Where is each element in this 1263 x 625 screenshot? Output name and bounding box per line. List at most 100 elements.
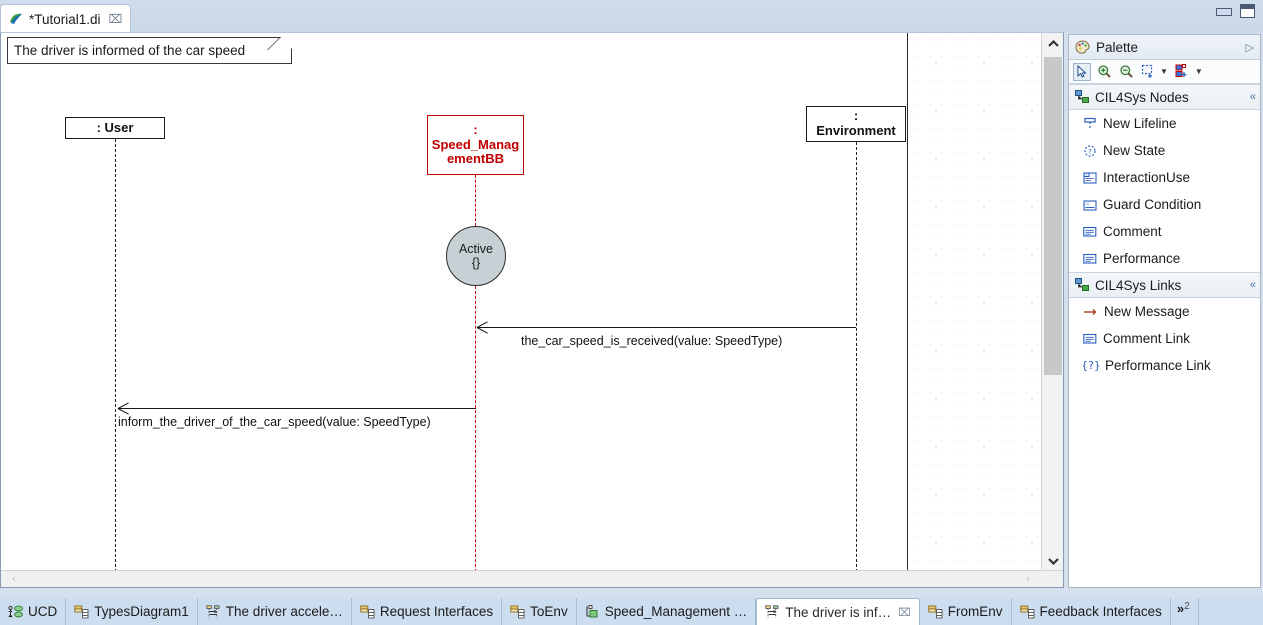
lifeline-label-speed-management-bb-line3: ementBB [446,151,505,167]
marquee-dropdown-icon[interactable]: ▼ [1160,67,1168,76]
maximize-button[interactable] [1240,4,1255,18]
diagram-editor: The driver is informed of the car speed … [0,32,1064,588]
close-icon[interactable]: ⌧ [109,12,123,26]
class-diagram-icon [928,605,943,619]
message-line-the-car-speed-is-received[interactable] [477,327,856,328]
close-icon[interactable]: ⌧ [898,606,911,619]
lifeline-icon [1083,117,1097,131]
tab-typesdiagram1[interactable]: TypesDiagram1 [66,598,198,625]
comment-icon [1083,226,1097,238]
horizontal-scrollbar[interactable]: ‹ › [1,570,1063,587]
tab-request-interfaces[interactable]: Request Interfaces [352,598,503,625]
zoom-out-icon[interactable] [1117,63,1135,81]
group-links-icon [1075,278,1089,292]
interaction-use-icon [1083,171,1097,185]
tab-the-driver-accelerates[interactable]: The driver accele… [198,598,352,625]
tab-label-typesdiagram1: TypesDiagram1 [94,604,189,619]
tab-toenv[interactable]: ToEnv [502,598,577,625]
palette-group-cil4sys-links[interactable]: CIL4Sys Links « [1069,272,1260,298]
vertical-scrollbar-thumb[interactable] [1044,57,1062,375]
tab-speed-management[interactable]: Speed_Management … [577,598,757,625]
message-label-the-car-speed-is-received: the_car_speed_is_received(value: SpeedTy… [521,334,783,348]
lifeline-line-speed-management-bb[interactable] [475,175,476,226]
eclipse-papyrus-window: *Tutorial1.di ⌧ The driver is informed o… [0,0,1263,625]
lifeline-head-user[interactable]: : User [65,117,165,139]
palette-group-label-links: CIL4Sys Links [1095,277,1182,293]
tab-label-toenv: ToEnv [530,604,568,619]
guard-condition-icon [1083,198,1097,212]
diagram-note-text: The driver is informed of the car speed [14,43,246,58]
palette-group-cil4sys-nodes[interactable]: CIL4Sys Nodes « [1069,84,1260,110]
tab-ucd[interactable]: UCD [0,598,67,625]
tab-overflow[interactable]: » 2 [1171,598,1199,625]
state-icon: ? [1083,144,1097,158]
usecase-diagram-icon [8,605,23,619]
palette-item-label-interaction-use: InteractionUse [1103,170,1191,185]
marquee-select-icon[interactable] [1139,63,1157,81]
diagram-canvas[interactable]: The driver is informed of the car speed … [1,33,907,572]
editor-tab-tutorial1[interactable]: *Tutorial1.di ⌧ [0,4,132,33]
pin-group-nodes-icon[interactable]: « [1250,91,1256,103]
lifeline-label-environment-line1: : [853,108,859,124]
palette-item-comment-link[interactable]: Comment Link [1069,325,1260,352]
palette-item-comment[interactable]: Comment [1069,218,1260,245]
lifeline-line-environment[interactable] [856,142,857,572]
svg-text:?: ? [1088,148,1092,156]
vertical-scrollbar[interactable] [1041,33,1063,572]
tab-label-speed-management: Speed_Management … [604,604,748,619]
scroll-right-icon[interactable]: › [1019,571,1037,587]
lifeline-line-user[interactable] [115,139,116,572]
message-line-inform-the-driver-of-the-car-speed[interactable] [118,408,476,409]
lifeline-head-speed-management-bb[interactable]: : Speed_Manag ementBB [427,115,524,175]
state-active-sublabel: {} [471,256,481,270]
arrow-cursor-icon[interactable] [1073,62,1091,81]
palette-item-interaction-use[interactable]: InteractionUse [1069,164,1260,191]
lifeline-label-speed-management-bb-line2: Speed_Manag [431,136,520,152]
palette-icon [1075,39,1090,55]
pin-group-links-icon[interactable]: « [1250,279,1256,291]
lifeline-head-environment[interactable]: : Environment [806,106,906,142]
scroll-left-icon[interactable]: ‹ [5,571,23,587]
tab-feedback-interfaces[interactable]: Feedback Interfaces [1012,598,1171,625]
diagram-note[interactable]: The driver is informed of the car speed [7,37,292,64]
palette-item-performance[interactable]: Performance [1069,245,1260,272]
palette-toolbar: ▼ ▼ [1069,60,1260,84]
tab-label-request-interfaces: Request Interfaces [379,604,494,619]
comment-icon [1083,333,1097,345]
svg-text:{?}: {?} [1083,359,1099,372]
arrow-right-icon [1083,306,1098,318]
scroll-up-icon[interactable] [1042,33,1064,55]
palette-item-guard-condition[interactable]: Guard Condition [1069,191,1260,218]
node-dropdown-icon[interactable]: ▼ [1195,67,1203,76]
palette-item-new-lifeline[interactable]: New Lifeline [1069,110,1260,137]
palette-item-label-guard-condition: Guard Condition [1103,197,1202,212]
state-active[interactable]: Active {} [446,226,506,286]
sequence-diagram-icon [206,604,221,619]
scroll-down-icon[interactable] [1042,550,1064,572]
palette-item-label-comment: Comment [1103,224,1162,239]
comment-icon [1083,253,1097,265]
zoom-in-icon[interactable] [1095,63,1113,81]
palette-item-label-new-message: New Message [1104,304,1190,319]
lifeline-line-speed-management-bb-lower[interactable] [475,286,476,572]
tab-label-the-driver-is-informed: The driver is inf… [785,604,892,620]
palette-item-new-message[interactable]: New Message [1069,298,1260,325]
palette-item-label-comment-link: Comment Link [1103,331,1191,346]
palette-panel: Palette ▷ ▼ ▼ CIL4Sys Nodes « New Lifeli… [1068,34,1261,588]
node-create-icon[interactable] [1174,63,1192,81]
composite-diagram-icon [585,604,600,619]
papyrus-diagram-icon [8,11,24,27]
message-arrowhead-inform-the-driver-of-the-car-speed [118,403,129,414]
palette-item-new-state[interactable]: ? New State [1069,137,1260,164]
palette-item-label-new-lifeline: New Lifeline [1103,116,1177,131]
window-controls [1216,4,1255,18]
palette-item-label-performance: Performance [1103,251,1181,266]
minimize-button[interactable] [1216,7,1232,16]
tab-fromenv[interactable]: FromEnv [920,598,1012,625]
palette-item-performance-link[interactable]: {?} Performance Link [1069,352,1260,379]
palette-collapse-icon[interactable]: ▷ [1246,41,1254,54]
class-diagram-icon [1019,605,1035,619]
palette-item-label-performance-link: Performance Link [1105,358,1211,373]
tab-the-driver-is-informed[interactable]: The driver is inf… ⌧ [756,598,920,625]
canvas-grid-area[interactable] [907,33,1041,572]
